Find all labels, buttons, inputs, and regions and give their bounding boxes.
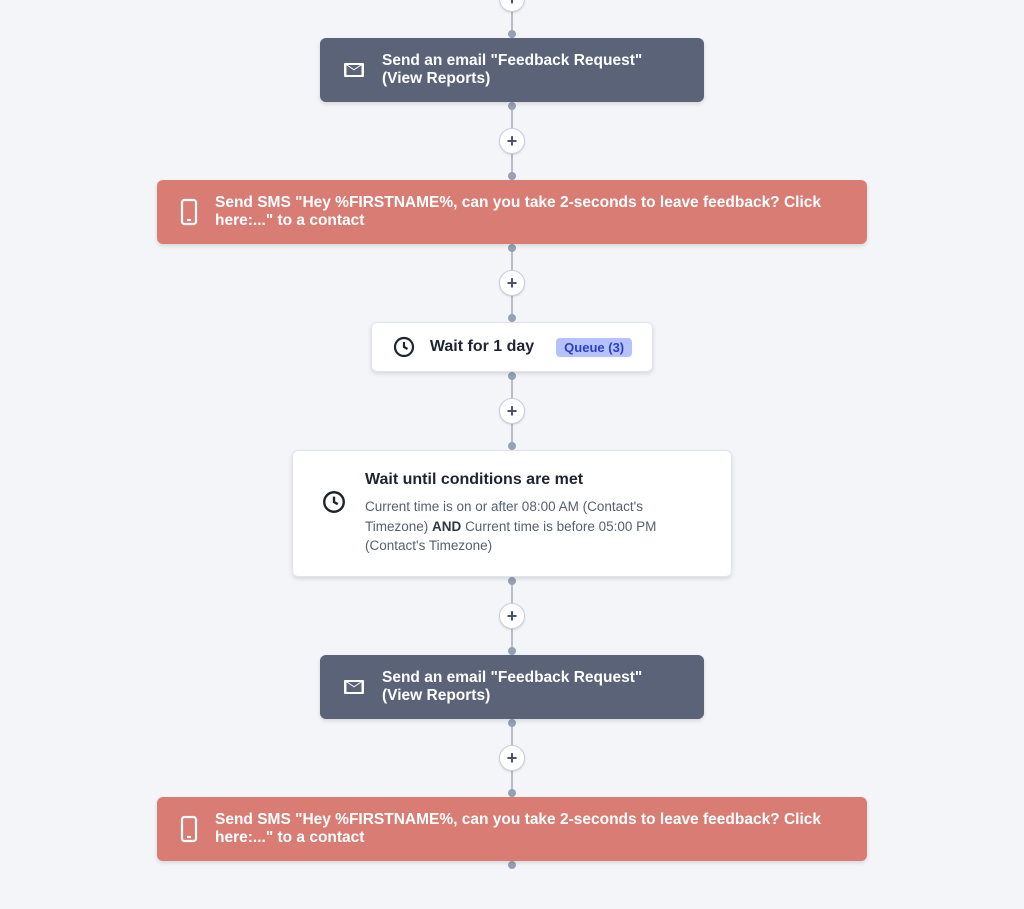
email-icon xyxy=(342,58,366,82)
connector-dot xyxy=(508,861,516,869)
sms-step-label: Send SMS "Hey %FIRSTNAME%, can you take … xyxy=(215,194,845,230)
add-step-button[interactable]: + xyxy=(499,270,525,296)
wait-conditions-text: Current time is on or after 08:00 AM (Co… xyxy=(365,497,703,556)
sms-icon xyxy=(179,815,199,843)
wait-conditions-card[interactable]: Wait until conditions are met Current ti… xyxy=(292,450,732,577)
plus-icon: + xyxy=(507,274,518,292)
email-step-card[interactable]: Send an email "Feedback Request" (View R… xyxy=(320,655,704,719)
connector-dot xyxy=(508,647,516,655)
email-icon xyxy=(342,675,366,699)
add-step-button[interactable]: + xyxy=(499,745,525,771)
clock-icon xyxy=(392,335,416,359)
connector-dot xyxy=(508,789,516,797)
add-step-button[interactable]: + xyxy=(499,0,525,12)
wait-duration-label: Wait for 1 day xyxy=(430,338,534,356)
add-step-button[interactable]: + xyxy=(499,398,525,424)
email-step-label: Send an email "Feedback Request" (View R… xyxy=(382,669,682,705)
plus-icon: + xyxy=(507,607,518,625)
add-step-button[interactable]: + xyxy=(499,128,525,154)
wait-conditions-title: Wait until conditions are met xyxy=(365,471,703,489)
connector-dot xyxy=(508,30,516,38)
add-step-button[interactable]: + xyxy=(499,603,525,629)
sms-icon xyxy=(179,198,199,226)
queue-badge[interactable]: Queue (3) xyxy=(556,338,632,357)
clock-icon xyxy=(321,489,347,515)
connector-dot xyxy=(508,577,516,585)
connector-dot xyxy=(508,102,516,110)
plus-icon: + xyxy=(507,132,518,150)
plus-icon: + xyxy=(507,402,518,420)
plus-icon: + xyxy=(507,749,518,767)
connector-dot xyxy=(508,442,516,450)
connector-dot xyxy=(508,314,516,322)
connector-dot xyxy=(508,172,516,180)
sms-step-card[interactable]: Send SMS "Hey %FIRSTNAME%, can you take … xyxy=(157,180,867,244)
connector-dot xyxy=(508,719,516,727)
connector-dot xyxy=(508,372,516,380)
email-step-card[interactable]: Send an email "Feedback Request" (View R… xyxy=(320,38,704,102)
plus-icon: + xyxy=(507,0,518,8)
sms-step-label: Send SMS "Hey %FIRSTNAME%, can you take … xyxy=(215,811,845,847)
wait-duration-card[interactable]: Wait for 1 day Queue (3) xyxy=(371,322,653,372)
automation-canvas: + Send an email "Feedback Request" (View… xyxy=(0,0,1024,808)
email-step-label: Send an email "Feedback Request" (View R… xyxy=(382,52,682,88)
sms-step-card[interactable]: Send SMS "Hey %FIRSTNAME%, can you take … xyxy=(157,797,867,861)
connector-dot xyxy=(508,244,516,252)
